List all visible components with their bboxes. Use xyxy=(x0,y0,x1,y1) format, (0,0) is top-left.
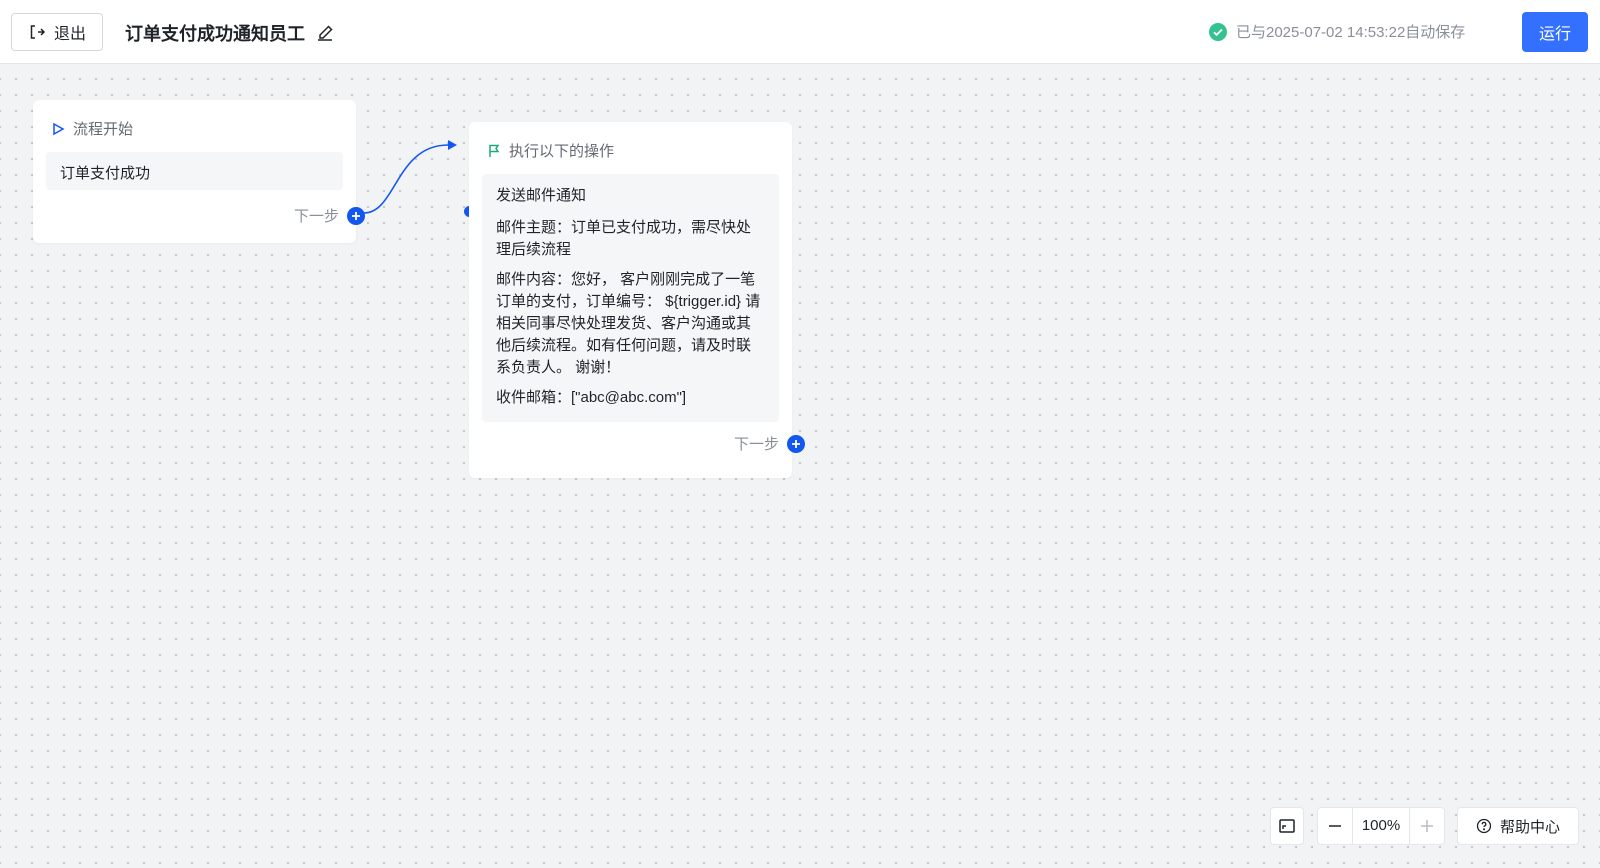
next-step-label: 下一步 xyxy=(733,436,779,453)
start-next-step[interactable]: 下一步 xyxy=(294,205,365,226)
plus-icon xyxy=(1421,820,1433,832)
flow-title: 订单支付成功通知员工 xyxy=(125,24,305,44)
plus-icon xyxy=(792,439,800,448)
exit-label: 退出 xyxy=(53,26,86,43)
next-step-label: 下一步 xyxy=(293,208,339,225)
start-node[interactable]: 流程开始 订单支付成功 下一步 xyxy=(33,100,365,243)
play-icon xyxy=(53,122,65,135)
email-content: 邮件内容：您好， 客户刚刚完成了一笔订单的支付，订单编号： ${trigger.… xyxy=(496,271,761,376)
email-subject: 邮件主题：订单已支付成功，需尽快处理后续流程 xyxy=(496,219,752,258)
help-circle-icon xyxy=(1476,818,1492,834)
start-node-title: 流程开始 xyxy=(73,121,134,138)
fit-view-button[interactable] xyxy=(1270,807,1304,845)
zoom-controls: 100% xyxy=(1317,807,1445,845)
start-node-header: 流程开始 xyxy=(51,118,133,139)
flow-canvas[interactable]: 流程开始 订单支付成功 下一步 执行以下的操作 发送邮件通知 邮件主题：订单已支… xyxy=(0,65,1600,868)
exit-button[interactable]: 退出 xyxy=(11,13,103,51)
flow-title-area: 订单支付成功通知员工 xyxy=(125,20,335,46)
save-status-text: 已与2025-07-02 14:53:22自动保存 xyxy=(1236,24,1466,41)
email-action-card[interactable]: 发送邮件通知 邮件主题：订单已支付成功，需尽快处理后续流程 邮件内容：您好， 客… xyxy=(482,174,779,422)
add-step-button[interactable] xyxy=(787,434,805,453)
top-bar: 退出 订单支付成功通知员工 已与2025-07-02 14:53:22自动保存 … xyxy=(0,0,1600,64)
flag-icon xyxy=(489,144,500,157)
edit-icon[interactable] xyxy=(315,23,335,43)
email-action-title: 发送邮件通知 xyxy=(496,187,587,204)
save-status: 已与2025-07-02 14:53:22自动保存 xyxy=(1208,21,1465,42)
help-center-label: 帮助中心 xyxy=(1499,818,1560,836)
email-recipients: 收件邮箱：["abc@abc.com"] xyxy=(496,389,687,406)
zoom-level: 100% xyxy=(1352,808,1410,844)
run-button[interactable]: 运行 xyxy=(1522,12,1588,52)
action-node[interactable]: 执行以下的操作 发送邮件通知 邮件主题：订单已支付成功，需尽快处理后续流程 邮件… xyxy=(469,122,805,478)
action-node-header: 执行以下的操作 xyxy=(487,140,614,161)
zoom-out-button[interactable] xyxy=(1318,808,1352,844)
help-center-button[interactable]: 帮助中心 xyxy=(1457,807,1579,845)
trigger-item[interactable]: 订单支付成功 xyxy=(46,152,343,190)
action-next-step[interactable]: 下一步 xyxy=(734,433,805,454)
action-node-title: 执行以下的操作 xyxy=(509,143,615,160)
zoom-in-button[interactable] xyxy=(1410,808,1444,844)
exit-icon xyxy=(30,25,46,39)
minus-icon xyxy=(1329,825,1341,827)
check-circle-icon xyxy=(1209,22,1227,41)
fit-view-icon xyxy=(1279,819,1295,833)
